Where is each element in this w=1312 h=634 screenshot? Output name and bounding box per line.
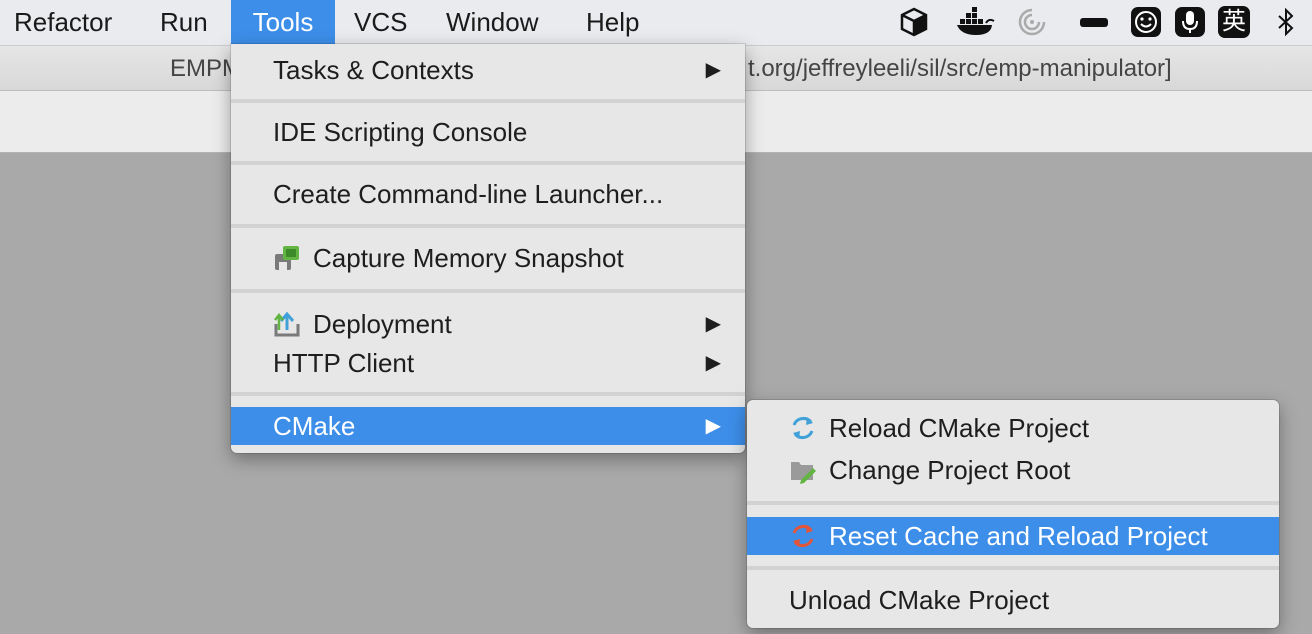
menu-item-create-command-line-launcher[interactable]: Create Command-line Launcher...: [231, 175, 745, 213]
menu-item-unload-cmake-project[interactable]: Unload CMake Project: [747, 581, 1279, 619]
menu-item-change-project-root[interactable]: Change Project Root: [747, 451, 1279, 489]
virtualbox-icon[interactable]: [898, 6, 930, 38]
menu-separator: [747, 501, 1279, 505]
menu-item-http-client[interactable]: HTTP Client ▶: [231, 344, 745, 382]
menu-run[interactable]: Run: [160, 0, 208, 45]
menu-separator: [231, 289, 745, 293]
menu-vcs[interactable]: VCS: [354, 0, 407, 45]
menu-item-tasks-contexts[interactable]: Tasks & Contexts ▶: [231, 51, 745, 89]
menu-help[interactable]: Help: [586, 0, 639, 45]
smiley-icon[interactable]: [1130, 6, 1162, 38]
menu-item-capture-memory-snapshot[interactable]: Capture Memory Snapshot: [231, 239, 745, 277]
bluetooth-icon[interactable]: [1270, 6, 1302, 38]
battery-icon[interactable]: [1078, 6, 1110, 38]
menu-separator: [231, 161, 745, 165]
menu-separator: [231, 99, 745, 103]
window-title-right: t.org/jeffreyleeli/sil/src/emp-manipulat…: [748, 55, 1172, 82]
menu-window[interactable]: Window: [446, 0, 538, 45]
menu-item-ide-scripting-console[interactable]: IDE Scripting Console: [231, 113, 745, 151]
input-method-icon[interactable]: 英: [1218, 6, 1250, 38]
docker-icon[interactable]: [956, 6, 996, 38]
submenu-arrow-icon: ▶: [705, 352, 721, 374]
cmake-submenu: Reload CMake Project Change Project Root…: [747, 400, 1279, 628]
tools-menu: Tasks & Contexts ▶ IDE Scripting Console…: [231, 44, 745, 453]
menu-item-reset-cache-and-reload[interactable]: Reset Cache and Reload Project: [747, 517, 1279, 555]
submenu-arrow-icon: ▶: [705, 415, 721, 437]
menu-separator: [231, 392, 745, 396]
reset-reload-icon: [792, 525, 814, 547]
microphone-icon[interactable]: [1174, 6, 1206, 38]
menu-item-deployment[interactable]: Deployment ▶: [231, 305, 745, 343]
menu-tools[interactable]: Tools: [231, 0, 335, 45]
menu-item-cmake[interactable]: CMake ▶: [231, 407, 745, 445]
menu-item-reload-cmake-project[interactable]: Reload CMake Project: [747, 409, 1279, 447]
menu-bar: Refactor Run Tools VCS Window Help 英: [0, 0, 1312, 46]
menu-separator: [747, 566, 1279, 570]
memory-snapshot-icon: [275, 246, 299, 270]
menu-separator: [231, 224, 745, 228]
menu-refactor[interactable]: Refactor: [14, 0, 112, 45]
submenu-arrow-icon: ▶: [705, 59, 721, 81]
submenu-arrow-icon: ▶: [705, 313, 721, 335]
reload-icon: [792, 417, 814, 439]
folder-edit-icon: [791, 462, 816, 484]
spinner-icon[interactable]: [1016, 6, 1048, 38]
deployment-icon: [274, 311, 300, 337]
